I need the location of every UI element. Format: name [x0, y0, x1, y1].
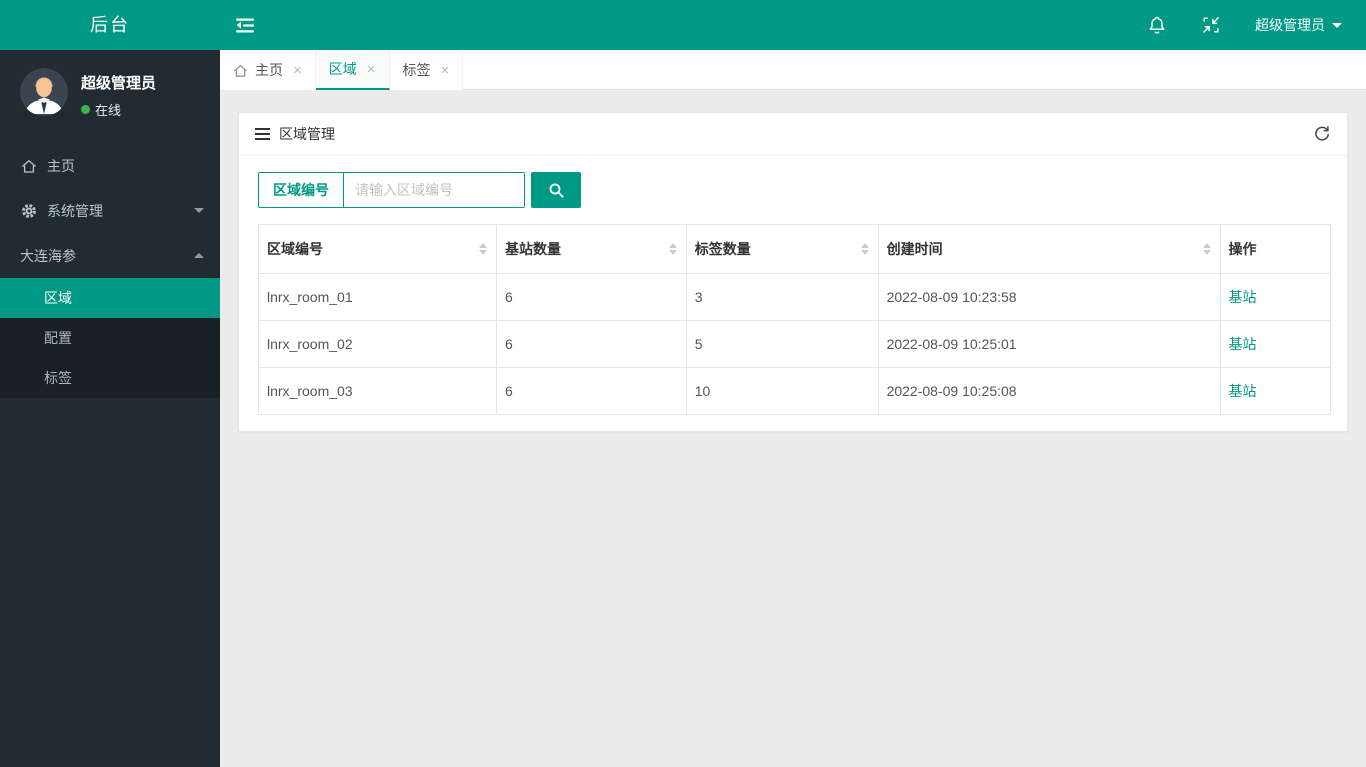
exit-fullscreen-button[interactable] [1184, 0, 1238, 50]
user-menu-label: 超级管理员 [1255, 17, 1325, 33]
refresh-button[interactable] [1313, 125, 1331, 143]
tab-label: 区域 [328, 61, 357, 77]
cell-area-id: lnrx_room_03 [258, 367, 497, 415]
gear-icon [21, 203, 38, 219]
search-button[interactable] [531, 172, 581, 208]
table-header-row: 区域编号 基站数量 标签数量 创建时间 操作 [258, 224, 1332, 274]
caret-down-icon [194, 208, 204, 213]
column-header-area-id[interactable]: 区域编号 [258, 224, 497, 274]
sort-icon [1202, 243, 1211, 255]
sidebar-user-name: 超级管理员 [81, 75, 157, 92]
cell-tags: 10 [685, 367, 879, 415]
online-status-label: 在线 [95, 103, 122, 118]
notifications-button[interactable] [1130, 0, 1184, 50]
sidebar-user-panel: 超级管理员 在线 [0, 50, 220, 119]
cell-base-stations: 6 [495, 320, 687, 368]
content-body: 区域管理 区域编号 请输入区域编号 区域编号 基站数量 标签数量 创建时间 操作… [220, 90, 1366, 767]
tab-area[interactable]: 区域 × [315, 50, 390, 90]
app-logo[interactable]: 后台 [0, 0, 220, 50]
cell-tags: 5 [685, 320, 879, 368]
search-row: 区域编号 [258, 172, 1331, 208]
search-group: 区域编号 [258, 172, 525, 208]
sidebar-user-info: 超级管理员 在线 [81, 68, 156, 119]
sort-icon [860, 243, 869, 255]
close-icon[interactable]: × [293, 63, 302, 78]
table-row: lnrx_room_03 6 10 2022-08-09 10:25:08 基站 [258, 367, 1332, 415]
sidebar-item-label: 主页 [47, 157, 75, 174]
column-header-created-at[interactable]: 创建时间 [877, 224, 1221, 274]
panel-title: 区域管理 [279, 126, 335, 142]
sidebar-item-dalian-haishen[interactable]: 大连海参 [0, 233, 220, 278]
tab-home[interactable]: 主页 × [220, 50, 316, 90]
tab-label: 标签 [402, 62, 431, 78]
avatar [20, 68, 68, 116]
online-status-dot [81, 105, 90, 114]
cell-tags: 3 [685, 273, 879, 321]
caret-up-icon [194, 253, 204, 258]
compress-screen-icon [1202, 16, 1220, 34]
close-icon[interactable]: × [367, 62, 376, 77]
panel-header: 区域管理 [239, 113, 1347, 156]
navbar-right: 超级管理员 [1130, 0, 1366, 50]
refresh-icon [1315, 126, 1329, 141]
sidebar-item-system-management[interactable]: 系统管理 [0, 188, 220, 233]
base-station-link[interactable]: 基站 [1229, 336, 1257, 352]
home-icon [233, 63, 248, 78]
cell-created-at: 2022-08-09 10:25:08 [877, 367, 1221, 415]
sidebar-subitem-area[interactable]: 区域 [0, 278, 220, 318]
base-station-link[interactable]: 基站 [1229, 289, 1257, 305]
bell-icon [1149, 16, 1165, 34]
sidebar-menu: 主页 系统管理 大连海参 区域 配置 标签 [0, 143, 220, 398]
area-table: 区域编号 基站数量 标签数量 创建时间 操作 lnrx_room_01 6 3 … [258, 224, 1332, 415]
cell-base-stations: 6 [495, 367, 687, 415]
sidebar-toggle-icon[interactable] [220, 0, 271, 50]
sidebar-item-label: 大连海参 [20, 247, 76, 264]
base-station-link[interactable]: 基站 [1229, 383, 1257, 399]
tab-tag[interactable]: 标签 × [389, 50, 464, 90]
search-field-label[interactable]: 区域编号 [259, 173, 344, 207]
tab-label: 主页 [255, 62, 283, 78]
close-icon[interactable]: × [441, 63, 450, 78]
column-header-tags[interactable]: 标签数量 [685, 224, 879, 274]
search-icon [549, 183, 564, 198]
sidebar-item-home[interactable]: 主页 [0, 143, 220, 188]
home-icon [21, 158, 38, 174]
cell-created-at: 2022-08-09 10:25:01 [877, 320, 1221, 368]
toggle-lines-icon [236, 18, 254, 32]
cell-created-at: 2022-08-09 10:23:58 [877, 273, 1221, 321]
table-row: lnrx_room_02 6 5 2022-08-09 10:25:01 基站 [258, 320, 1332, 368]
sidebar-user-status[interactable]: 在线 [81, 100, 156, 119]
table-row: lnrx_room_01 6 3 2022-08-09 10:23:58 基站 [258, 273, 1332, 321]
sidebar-submenu: 区域 配置 标签 [0, 278, 220, 398]
sidebar-item-label: 系统管理 [47, 202, 103, 219]
caret-down-icon [1332, 22, 1342, 28]
sidebar-subitem-tag[interactable]: 标签 [0, 358, 220, 398]
cell-area-id: lnrx_room_02 [258, 320, 497, 368]
cell-base-stations: 6 [495, 273, 687, 321]
column-header-actions: 操作 [1219, 224, 1332, 274]
top-navbar: 后台 超级管理员 [0, 0, 1366, 50]
sort-icon [478, 243, 487, 255]
sort-icon [668, 243, 677, 255]
search-input[interactable] [344, 173, 524, 207]
main-content: 主页 × 区域 × 标签 × 区域管理 区域编号 请输入区域编号 区域编号 基站… [220, 0, 1366, 767]
area-management-panel: 区域管理 区域编号 请输入区域编号 区域编号 基站数量 标签数量 创建时间 操作… [238, 112, 1348, 432]
cell-area-id: lnrx_room_01 [258, 273, 497, 321]
navbar-main: 超级管理员 [220, 0, 1366, 50]
sidebar-subitem-config[interactable]: 配置 [0, 318, 220, 358]
tabbar: 主页 × 区域 × 标签 × [220, 50, 1366, 90]
sidebar: 超级管理员 在线 主页 系统管理 大连海参 区域 配置 标签 [0, 50, 220, 767]
user-menu[interactable]: 超级管理员 [1238, 0, 1366, 50]
panel-body: 区域编号 请输入区域编号 区域编号 基站数量 标签数量 创建时间 操作 lnrx… [239, 156, 1347, 431]
column-header-base-stations[interactable]: 基站数量 [495, 224, 687, 274]
panel-menu-icon[interactable] [255, 128, 270, 140]
